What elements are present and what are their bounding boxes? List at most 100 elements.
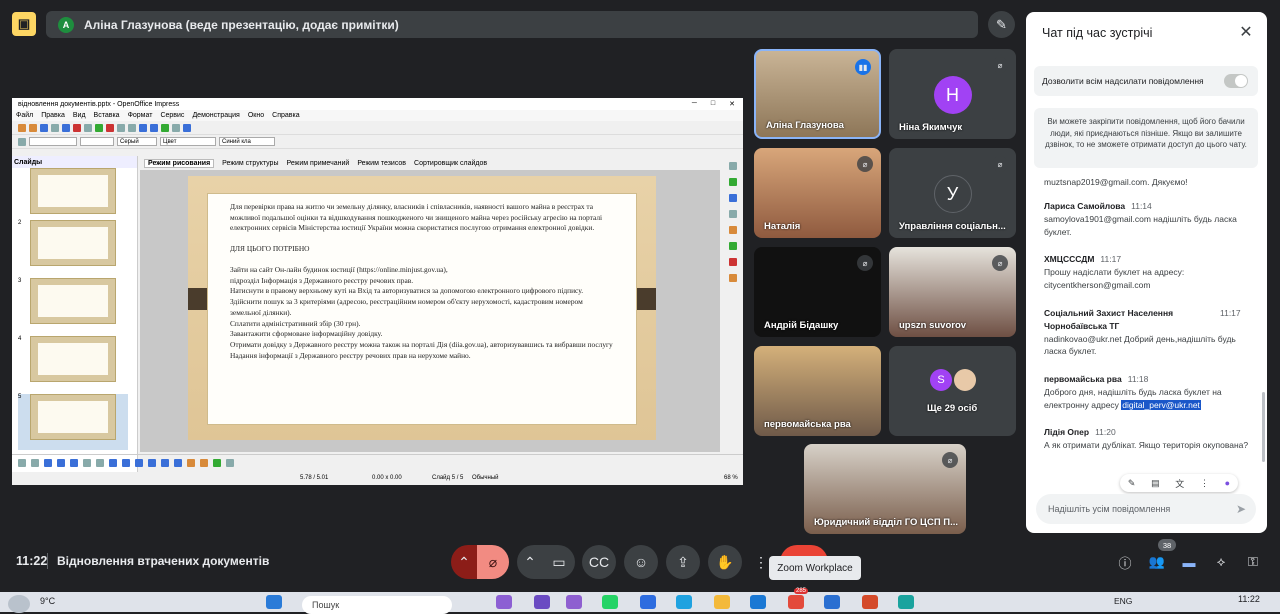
animation-icon[interactable] [728, 242, 737, 250]
symbol-shapes-icon[interactable] [122, 458, 130, 467]
app-icon[interactable] [862, 595, 878, 609]
folder-icon[interactable] [714, 595, 730, 609]
chat-scrollbar[interactable] [1262, 392, 1265, 462]
styles-icon[interactable] [728, 178, 737, 186]
participant-tile[interactable]: первомайська рва [754, 346, 881, 436]
navigator-icon[interactable] [728, 210, 737, 218]
edge-icon[interactable] [750, 595, 766, 609]
slide-thumbnail[interactable]: 4 [18, 336, 128, 386]
viber-icon[interactable] [534, 595, 550, 609]
present-button[interactable]: ⇪ [666, 545, 700, 579]
area-style-select[interactable]: Цвет [160, 137, 216, 146]
copilot-icon[interactable] [496, 595, 512, 609]
chat-icon[interactable]: ▬ [1179, 552, 1199, 572]
open-icon[interactable] [29, 123, 37, 132]
line-width-select[interactable] [80, 137, 114, 146]
close-icon[interactable]: ✕ [1236, 22, 1256, 42]
block-arrows-icon[interactable] [135, 458, 143, 467]
transition-icon[interactable] [728, 258, 737, 266]
activities-icon[interactable]: ⟡ [1211, 552, 1231, 572]
participant-tile[interactable]: ▮▮ Аліна Глазунова [754, 49, 881, 139]
paste-icon[interactable] [128, 123, 136, 132]
tab-notes-view[interactable]: Режим примечаний [286, 160, 349, 167]
undo-icon[interactable] [139, 123, 147, 132]
table-icon[interactable] [161, 123, 169, 132]
participant-tile[interactable]: ⌀ Андрій Бідашку [754, 247, 881, 337]
participant-tile[interactable]: ⌀ Наталія [754, 148, 881, 238]
stars-icon[interactable] [174, 458, 182, 467]
minimize-icon[interactable]: ─ [692, 100, 697, 108]
slide-thumbnail[interactable]: 3 [18, 278, 128, 328]
copy-icon[interactable] [117, 123, 125, 132]
mail-icon[interactable] [676, 595, 692, 609]
menu-format[interactable]: Формат [128, 112, 153, 119]
maximize-icon[interactable]: □ [711, 100, 715, 108]
extrusion-icon[interactable] [226, 458, 234, 467]
menu-edit[interactable]: Правка [41, 112, 65, 119]
save-icon[interactable] [40, 123, 48, 132]
participant-tile[interactable]: ⌀ Н Ніна Якимчук [889, 49, 1016, 139]
rectangle-icon[interactable] [57, 458, 65, 467]
select-icon[interactable] [18, 458, 26, 467]
gallery-icon[interactable] [728, 194, 737, 202]
properties-icon[interactable] [728, 162, 737, 170]
tab-slide-sorter[interactable]: Сортировщик слайдов [414, 160, 487, 167]
points-icon[interactable] [187, 458, 195, 467]
audio-options-button[interactable]: ⌃ [451, 545, 477, 579]
allow-messages-toggle[interactable] [1224, 74, 1248, 88]
copy-icon[interactable]: ▤ [1151, 478, 1160, 489]
tab-handout-view[interactable]: Режим тезисов [357, 160, 406, 167]
video-options-button[interactable]: ⌃ [517, 545, 543, 579]
line-style-icon[interactable] [18, 137, 26, 146]
redo-icon[interactable] [150, 123, 158, 132]
app-icon[interactable] [566, 595, 582, 609]
more-participants-tile[interactable]: S Ще 29 осіб [889, 346, 1016, 436]
send-icon[interactable]: ➤ [1236, 502, 1246, 516]
participant-tile[interactable]: ⌀ Юридичний відділ ГО ЦСП П... [804, 444, 966, 534]
area-color-select[interactable]: Синий кла [219, 137, 275, 146]
weather-icon[interactable] [8, 595, 30, 613]
help-icon[interactable] [183, 123, 191, 132]
whatsapp-icon[interactable] [602, 595, 618, 609]
people-icon[interactable]: 👥 [1147, 552, 1167, 572]
chart-icon[interactable] [172, 123, 180, 132]
host-controls-icon[interactable]: ⚿ [1243, 552, 1263, 572]
taskbar-clock[interactable]: 11:22 [1238, 594, 1260, 604]
ellipse-icon[interactable] [70, 458, 78, 467]
participant-tile[interactable]: ⌀ upszn suvorov [889, 247, 1016, 337]
reactions-button[interactable]: ☺ [624, 545, 658, 579]
tab-drawing-view[interactable]: Режим рисования [144, 158, 215, 168]
edit-icon[interactable] [62, 123, 70, 132]
basic-shapes-icon[interactable] [109, 458, 117, 467]
flowchart-icon[interactable] [148, 458, 156, 467]
raise-hand-button[interactable]: ✋ [708, 545, 742, 579]
close-icon[interactable]: ✕ [729, 100, 735, 108]
menu-slideshow[interactable]: Демонстрация [192, 112, 239, 119]
chrome-icon[interactable]: 285 [788, 588, 809, 609]
curve-icon[interactable] [96, 458, 104, 467]
menu-file[interactable]: Файл [16, 112, 33, 119]
mic-toggle-button[interactable]: ⌀ [477, 545, 509, 579]
menu-help[interactable]: Справка [272, 112, 299, 119]
image-icon[interactable] [213, 458, 221, 467]
menu-window[interactable]: Окно [248, 112, 264, 119]
line-icon[interactable] [31, 458, 39, 467]
language-indicator[interactable]: ENG [1114, 596, 1132, 606]
cut-icon[interactable] [106, 123, 114, 132]
line-color-select[interactable]: Серый [117, 137, 157, 146]
zoom-icon[interactable] [824, 595, 840, 609]
camera-button[interactable]: ▭ [543, 545, 575, 579]
captions-button[interactable]: CC [582, 545, 616, 579]
participant-tile[interactable]: ⌀ У Управління соціальн... [889, 148, 1016, 238]
taskbar-search[interactable]: Пошук [302, 596, 452, 614]
menu-tools[interactable]: Сервис [160, 112, 184, 119]
highlighted-email[interactable]: digital_perv@ukr.net [1121, 399, 1201, 410]
new-icon[interactable] [18, 123, 26, 132]
presentation-icon[interactable]: ▣ [12, 12, 36, 36]
callouts-icon[interactable] [161, 458, 169, 467]
tab-outline-view[interactable]: Режим структуры [222, 160, 278, 167]
slide-thumbnail[interactable]: 2 [18, 220, 128, 270]
layouts-icon[interactable] [728, 226, 737, 234]
more-vert-icon[interactable]: ⋮ [1200, 478, 1209, 489]
line-style-select[interactable] [29, 137, 77, 146]
